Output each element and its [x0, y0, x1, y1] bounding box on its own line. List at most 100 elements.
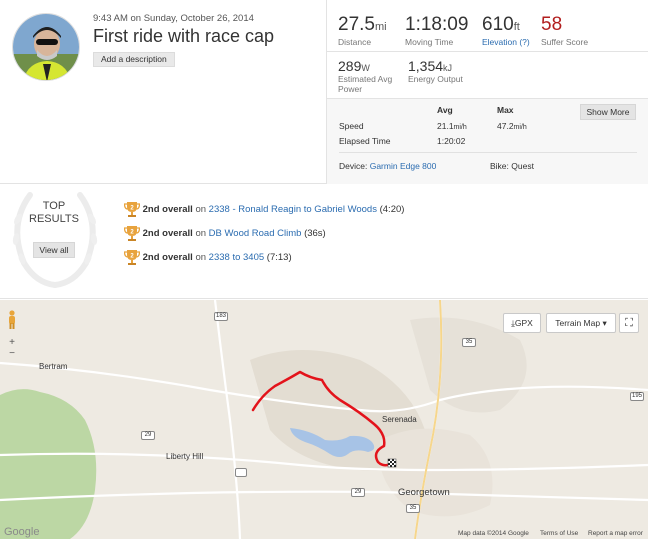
- fullscreen-icon[interactable]: ⛶: [619, 313, 639, 333]
- route-shield: 195: [630, 392, 644, 401]
- speed-max-unit: mi/h: [513, 124, 527, 131]
- suffer-score-label: Suffer Score: [541, 37, 589, 47]
- gpx-label: GPX: [514, 318, 533, 328]
- device-label: Device:: [339, 161, 368, 171]
- trophy-icon: 2: [124, 250, 140, 265]
- google-logo[interactable]: Google: [4, 526, 39, 538]
- urban-area: [380, 428, 493, 517]
- stats-row-secondary: 289W Estimated Avg Power 1,354kJ Energy …: [327, 51, 648, 98]
- speed-max-value: 47.2: [497, 121, 514, 131]
- achievement-on: on: [195, 252, 207, 263]
- zoom-out-icon[interactable]: −: [5, 348, 19, 360]
- device-row: Device: Garmin Edge 800: [339, 161, 436, 171]
- street-view-pegman-icon[interactable]: [6, 310, 18, 330]
- details-table: Avg Max Show More Speed 21.1mi/h 47.2mi/…: [327, 98, 648, 184]
- achievement-on: on: [195, 228, 207, 239]
- distance-unit: mi: [374, 21, 387, 33]
- speed-avg: 21.1mi/h: [437, 121, 467, 131]
- athlete-avatar[interactable]: [12, 13, 80, 81]
- map-type-select[interactable]: Terrain Map ▾: [546, 313, 616, 333]
- route-shield-29: 29: [351, 488, 365, 497]
- achievement-on: on: [195, 204, 207, 215]
- report-map-error-link[interactable]: Report a map error: [588, 530, 643, 537]
- achievement-time: (36s): [304, 228, 326, 239]
- view-all-button[interactable]: View all: [33, 242, 75, 258]
- route-shield-29: 29: [141, 431, 155, 440]
- distance-label: Distance: [338, 37, 372, 47]
- elapsed-label: Elapsed Time: [339, 136, 391, 146]
- avg-header: Avg: [437, 105, 453, 115]
- power-value: 289: [338, 58, 362, 74]
- achievement-time: (7:13): [266, 252, 292, 263]
- town-label-serenada: Serenada: [382, 415, 417, 424]
- stat-energy: 1,354kJ Energy Output: [408, 58, 463, 84]
- show-more-button[interactable]: Show More: [580, 104, 636, 120]
- elevation-help-link[interactable]: Elevation (?): [482, 37, 530, 47]
- energy-unit: kJ: [443, 63, 453, 73]
- achievement-rank: 2nd overall: [142, 228, 193, 239]
- map-data-attribution: Map data ©2014 Google: [458, 530, 529, 537]
- achievement-rank: 2nd overall: [142, 204, 193, 215]
- achievement-rank: 2nd overall: [142, 252, 193, 263]
- achievement-row: 2 2nd overall on DB Wood Road Climb (36s…: [124, 225, 326, 243]
- achievement-row: 2 2nd overall on 2338 to 3405 (7:13): [124, 249, 292, 267]
- route-shield: [235, 468, 247, 477]
- route-map[interactable]: + − ⤓GPX Terrain Map ▾ ⛶ 183 35 29 29 35…: [0, 300, 648, 539]
- power-unit: W: [361, 63, 370, 73]
- activity-title: First ride with race cap: [93, 26, 275, 46]
- stat-suffer-score: 58 Suffer Score: [541, 14, 588, 47]
- moving-time-value: 1:18:09: [405, 14, 469, 35]
- road: [213, 300, 242, 539]
- caret-down-icon: ▾: [602, 318, 607, 328]
- speed-avg-unit: mi/h: [453, 124, 467, 131]
- trophy-icon: 2: [124, 202, 140, 217]
- stat-power: 289W Estimated Avg Power: [338, 58, 400, 94]
- top-results-title-line1: TOP: [42, 200, 66, 212]
- town-label-georgetown: Georgetown: [398, 487, 450, 498]
- power-label: Estimated Avg Power: [338, 74, 393, 94]
- top-results-section: TOP RESULTS View all 2 2nd overall on 23…: [0, 185, 648, 299]
- elapsed-value: 1:20:02: [437, 136, 466, 146]
- moving-time-label: Moving Time: [405, 37, 454, 47]
- top-results-title: TOP RESULTS: [12, 200, 96, 226]
- stat-distance: 27.5mi Distance: [338, 14, 387, 47]
- trophy-icon: 2: [124, 226, 140, 241]
- finish-flag-icon: [387, 458, 397, 468]
- terms-of-use-link[interactable]: Terms of Use: [540, 530, 578, 537]
- max-header: Max: [497, 105, 514, 115]
- activity-header: 9:43 AM on Sunday, October 26, 2014 Firs…: [0, 0, 648, 184]
- town-label-liberty-hill: Liberty Hill: [166, 452, 204, 461]
- route-shield-35: 35: [462, 338, 476, 347]
- route-shield-183: 183: [214, 312, 228, 321]
- segment-link[interactable]: 2338 to 3405: [209, 252, 264, 263]
- stats-panel: 27.5mi Distance 1:18:09 Moving Time 610f…: [326, 0, 648, 184]
- energy-value: 1,354: [408, 58, 444, 74]
- achievement-time: (4:20): [379, 204, 405, 215]
- segment-link[interactable]: 2338 - Ronald Reagin to Gabriel Woods: [209, 204, 377, 215]
- park-area: [0, 389, 97, 539]
- distance-value: 27.5: [338, 14, 375, 35]
- route-shield-35: 35: [406, 504, 420, 513]
- elevation-value: 610: [482, 14, 514, 35]
- device-link[interactable]: Garmin Edge 800: [370, 161, 437, 171]
- town-label-bertram: Bertram: [39, 362, 68, 371]
- energy-label: Energy Output: [408, 74, 463, 84]
- gpx-download-button[interactable]: ⤓GPX: [503, 313, 541, 333]
- stat-elevation: 610ft Elevation (?): [482, 14, 530, 47]
- achievement-row: 2 2nd overall on 2338 - Ronald Reagin to…: [124, 201, 404, 219]
- speed-max: 47.2mi/h: [497, 121, 527, 131]
- map-terrain: [0, 300, 648, 539]
- top-results-title-line2: RESULTS: [29, 213, 79, 225]
- stat-moving-time: 1:18:09 Moving Time: [405, 14, 468, 47]
- map-type-label: Terrain Map: [555, 318, 601, 328]
- add-description-button[interactable]: Add a description: [93, 52, 175, 67]
- speed-label: Speed: [339, 121, 364, 131]
- speed-avg-value: 21.1: [437, 121, 454, 131]
- activity-date: 9:43 AM on Sunday, October 26, 2014: [93, 13, 254, 24]
- segment-link[interactable]: DB Wood Road Climb: [209, 228, 302, 239]
- details-divider: [339, 152, 637, 153]
- elevation-unit: ft: [513, 21, 520, 33]
- suffer-score-value[interactable]: 58: [541, 14, 588, 36]
- bike-label: Bike: Quest: [490, 161, 534, 171]
- road: [0, 490, 648, 502]
